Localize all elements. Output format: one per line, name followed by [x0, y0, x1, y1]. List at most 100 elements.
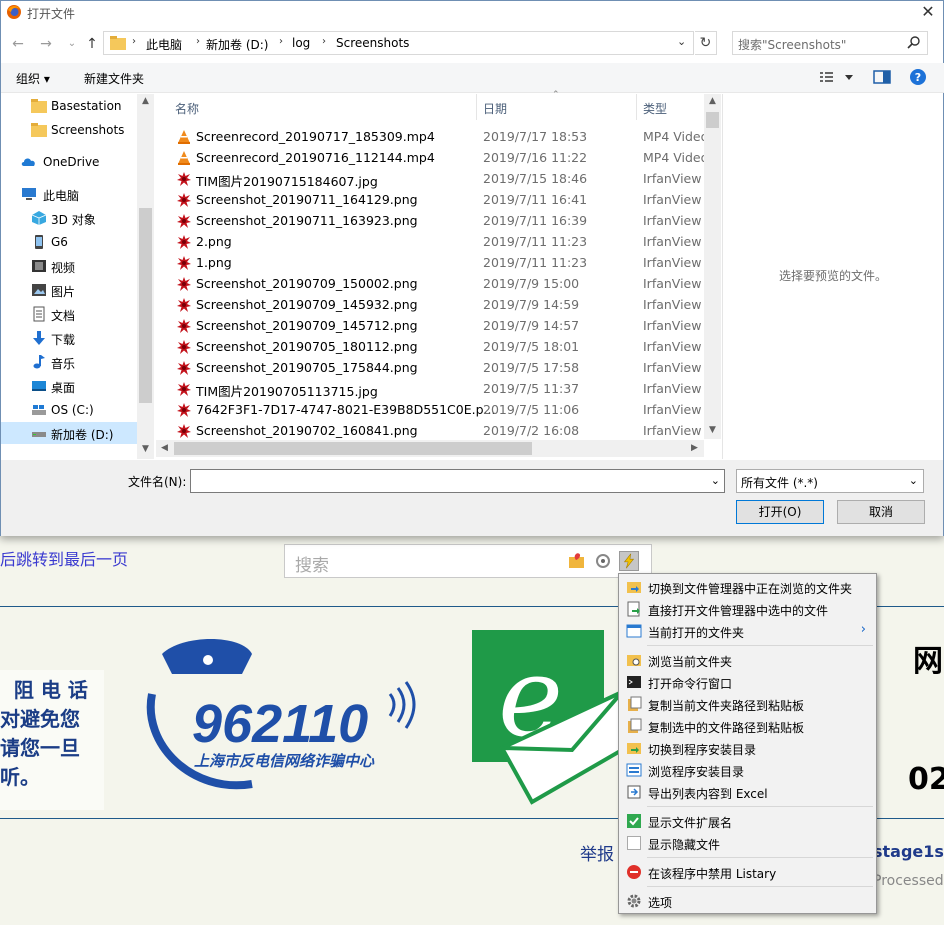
file-row[interactable]: Screenshot_20190711_163923.png 2019/7/11 … [156, 210, 706, 231]
file-row[interactable]: Screenshot_20190711_164129.png 2019/7/11 … [156, 189, 706, 210]
file-row[interactable]: Screenshot_20190709_150002.png 2019/7/9 1… [156, 273, 706, 294]
organize-menu[interactable]: 组织 ▾ [16, 70, 50, 87]
column-divider[interactable] [636, 94, 637, 120]
file-row[interactable]: Screenrecord_20190717_185309.mp4 2019/7/1… [156, 126, 706, 147]
menu-item-browse-current-folder[interactable]: 浏览当前文件夹 [621, 649, 874, 671]
nav-item-onedrive[interactable]: OneDrive [1, 151, 139, 173]
scroll-right-arrow-icon[interactable]: ▶ [686, 443, 703, 453]
file-row[interactable]: TIM图片20190705113715.jpg 2019/7/5 11:37 Irf… [156, 378, 706, 399]
nav-item-screenshots[interactable]: Screenshots [1, 119, 139, 141]
file-row[interactable]: Screenrecord_20190716_112144.mp4 2019/7/1… [156, 147, 706, 168]
column-header-date[interactable]: 日期 [483, 100, 507, 117]
menu-item-show-hidden-files[interactable]: 显示隐藏文件 [621, 832, 874, 854]
breadcrumb-separator[interactable]: › [279, 36, 283, 47]
nav-item-pictures[interactable]: 图片 [1, 279, 139, 301]
jump-last-page-text[interactable]: 后跳转到最后一页 [0, 546, 128, 570]
recent-dropdown-icon[interactable]: ⌄ [63, 35, 81, 53]
up-arrow-icon[interactable]: ↑ [83, 35, 101, 53]
scroll-thumb[interactable] [706, 112, 719, 128]
background-search-box[interactable]: 搜索 [284, 544, 652, 578]
nav-item-music[interactable]: 音乐 [1, 351, 139, 373]
scroll-thumb[interactable] [139, 208, 152, 403]
close-button[interactable]: ✕ [917, 1, 939, 23]
back-arrow-icon[interactable]: ← [9, 35, 27, 53]
nav-item-videos[interactable]: 视频 [1, 255, 139, 277]
nav-item-basestation[interactable]: Basestation [1, 95, 139, 117]
report-link[interactable]: 举报 [580, 840, 614, 865]
menu-item-show-file-extensions[interactable]: 显示文件扩展名 [621, 810, 874, 832]
preview-pane-icon[interactable] [873, 69, 891, 85]
scroll-down-arrow-icon[interactable]: ▼ [704, 425, 721, 435]
chevron-down-icon[interactable]: ⌄ [711, 474, 720, 487]
nav-scrollbar[interactable]: ▲ ▼ [137, 94, 154, 459]
nav-item-3d-objects[interactable]: 3D 对象 [1, 207, 139, 229]
scroll-left-arrow-icon[interactable]: ◀ [156, 443, 173, 453]
breadcrumb-separator[interactable]: › [196, 36, 200, 47]
menu-item-switch-to-install-dir[interactable]: 切换到程序安装目录 [621, 737, 874, 759]
menu-item-open-command-prompt[interactable]: 打开命令行窗口 [621, 671, 874, 693]
help-icon[interactable]: ? [909, 68, 927, 86]
file-list-vertical-scrollbar[interactable]: ▲ ▼ [704, 94, 721, 439]
nav-item-downloads[interactable]: 下载 [1, 327, 139, 349]
column-header-name[interactable]: 名称 [175, 100, 199, 117]
column-divider[interactable] [476, 94, 477, 120]
file-row[interactable]: TIM图片20190715184607.jpg 2019/7/15 18:46 Ir… [156, 168, 706, 189]
file-row[interactable]: Screenshot_20190702_160841.png 2019/7/2 1… [156, 420, 706, 441]
forward-arrow-icon[interactable]: → [37, 35, 55, 53]
scroll-down-arrow-icon[interactable]: ▼ [137, 444, 154, 454]
title-bar[interactable]: 打开文件 ✕ [1, 1, 943, 24]
file-type-select[interactable]: 所有文件 (*.*) ⌄ [736, 469, 924, 493]
search-icon[interactable] [907, 35, 921, 49]
cancel-button[interactable]: 取消 [837, 500, 925, 524]
column-header-type[interactable]: 类型 [643, 100, 667, 117]
file-row[interactable]: Screenshot_20190709_145932.png 2019/7/9 1… [156, 294, 706, 315]
history-icon[interactable] [593, 551, 613, 571]
breadcrumb-this-pc[interactable]: 此电脑 [146, 36, 182, 53]
nav-item-desktop[interactable]: 桌面 [1, 375, 139, 397]
menu-item-switch-to-browsed-folder[interactable]: 切换到文件管理器中正在浏览的文件夹 [621, 576, 874, 598]
menu-separator [647, 886, 873, 887]
view-options-icon[interactable] [819, 69, 857, 85]
menu-item-browse-install-dir[interactable]: 浏览程序安装目录 [621, 759, 874, 781]
breadcrumb-screenshots[interactable]: Screenshots [336, 36, 409, 50]
listary-lightning-icon[interactable] [619, 551, 639, 571]
scroll-thumb[interactable] [174, 442, 532, 455]
chevron-down-icon[interactable]: ⌄ [677, 35, 686, 48]
nav-item-g6[interactable]: G6 [1, 231, 139, 253]
new-folder-button[interactable]: 新建文件夹 [84, 70, 144, 87]
menu-item-copy-folder-path[interactable]: 复制当前文件夹路径到粘贴板 [621, 693, 874, 715]
menu-item-options[interactable]: 选项 [621, 890, 874, 912]
nav-item-drive-d[interactable]: 新加卷 (D:) [1, 422, 139, 444]
nav-item-os-c[interactable]: OS (C:) [1, 399, 139, 421]
nav-item-this-pc[interactable]: 此电脑 [1, 183, 139, 205]
breadcrumb-log[interactable]: log [292, 36, 310, 50]
file-row[interactable]: 7642F3F1-7D17-4747-8021-E39B8D551C0E.p..… [156, 399, 706, 420]
file-date: 2019/7/11 16:39 [483, 213, 588, 228]
scroll-up-arrow-icon[interactable]: ▲ [137, 96, 154, 106]
menu-item-export-to-excel[interactable]: 导出列表内容到 Excel [621, 781, 874, 803]
nav-item-documents[interactable]: 文档 [1, 303, 139, 325]
video-icon [32, 260, 46, 272]
file-row[interactable]: 2.png 2019/7/11 11:23 IrfanView PNG [156, 231, 706, 252]
breadcrumb-separator[interactable]: › [322, 36, 326, 47]
address-bar[interactable]: › 此电脑 › 新加卷 (D:) › log › Screenshots ⌄ [103, 31, 694, 55]
breadcrumb-separator[interactable]: › [132, 36, 136, 47]
open-button[interactable]: 打开(O) [736, 500, 824, 524]
menu-item-current-open-folders[interactable]: 当前打开的文件夹 › [621, 620, 874, 642]
file-list-horizontal-scrollbar[interactable]: ◀ ▶ [156, 440, 704, 457]
breadcrumb-drive-d[interactable]: 新加卷 (D:) [206, 36, 268, 53]
file-row[interactable]: Screenshot_20190705_180112.png 2019/7/5 1… [156, 336, 706, 357]
file-row[interactable]: Screenshot_20190709_145712.png 2019/7/9 1… [156, 315, 706, 336]
filename-input[interactable]: ⌄ [190, 469, 725, 493]
menu-item-open-selected-file[interactable]: 直接打开文件管理器中选中的文件 [621, 598, 874, 620]
folder-favorite-icon[interactable] [567, 551, 587, 571]
file-row[interactable]: 1.png 2019/7/11 11:23 IrfanView PNG [156, 252, 706, 273]
search-input[interactable]: 搜索"Screenshots" [732, 31, 928, 55]
scroll-up-arrow-icon[interactable]: ▲ [704, 96, 721, 106]
chevron-down-icon[interactable]: ⌄ [909, 474, 918, 487]
file-row[interactable]: Screenshot_20190705_175844.png 2019/7/5 1… [156, 357, 706, 378]
menu-item-copy-file-path[interactable]: 复制选中的文件路径到粘贴板 [621, 715, 874, 737]
refresh-icon[interactable]: ↻ [695, 31, 717, 55]
menu-item-disable-listary[interactable]: 在该程序中禁用 Listary [621, 861, 874, 883]
folder-icon [31, 123, 47, 137]
